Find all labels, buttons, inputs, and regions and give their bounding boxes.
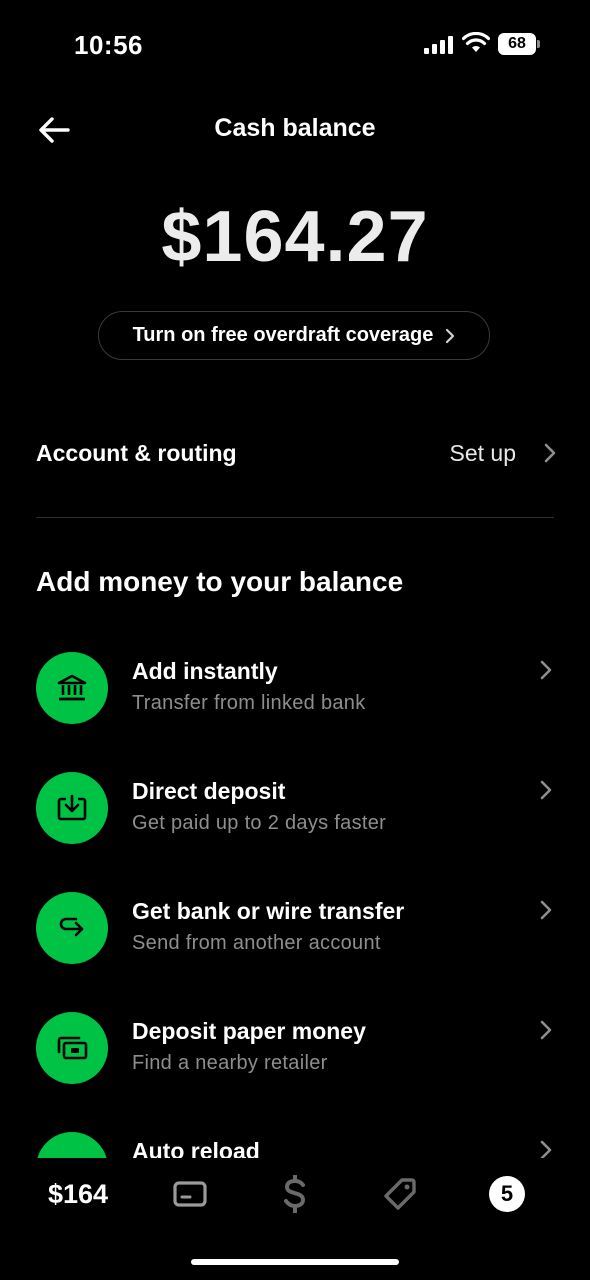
chevron-right-icon <box>446 328 455 343</box>
overdraft-coverage-button[interactable]: Turn on free overdraft coverage <box>98 311 490 360</box>
section-title: Add money to your balance <box>36 566 404 597</box>
wifi-icon <box>462 32 490 52</box>
tab-balance[interactable]: $164 <box>48 1174 108 1214</box>
list-item-subtitle: Transfer from linked bank <box>132 692 366 714</box>
battery-indicator: 68 <box>498 33 540 55</box>
list-item-subtitle: Find a nearby retailer <box>132 1052 328 1074</box>
tag-icon <box>384 1178 416 1210</box>
account-setup-link[interactable]: Set up <box>450 440 517 467</box>
activity-badge: 5 <box>489 1176 525 1212</box>
card-icon <box>173 1181 207 1207</box>
account-routing-label: Account & routing <box>36 439 237 466</box>
account-routing-row[interactable]: Account & routing Set up <box>36 425 556 481</box>
tab-card[interactable] <box>170 1174 210 1214</box>
chevron-right-icon <box>540 1020 552 1040</box>
home-indicator[interactable] <box>191 1259 399 1265</box>
list-item-title: Direct deposit <box>132 778 286 804</box>
chevron-right-icon <box>540 660 552 680</box>
tab-offers[interactable] <box>380 1174 420 1214</box>
list-item-title: Add instantly <box>132 658 278 684</box>
add-money-list: Add instantly Transfer from linked bank … <box>0 640 590 1158</box>
chevron-right-icon <box>540 1140 552 1158</box>
dollar-icon <box>284 1175 306 1213</box>
list-item-title: Get bank or wire transfer <box>132 898 405 924</box>
transfer-icon <box>36 892 108 964</box>
divider <box>36 517 554 518</box>
status-time: 10:56 <box>74 30 143 60</box>
tab-payments[interactable] <box>275 1174 315 1214</box>
list-item-title: Deposit paper money <box>132 1018 366 1044</box>
chevron-right-icon <box>540 780 552 800</box>
battery-tip <box>537 40 540 48</box>
battery-level: 68 <box>498 33 536 55</box>
reload-icon <box>36 1132 108 1158</box>
balance-amount: $164.27 <box>161 197 429 277</box>
list-item-title: Auto reload <box>132 1138 260 1158</box>
list-item-direct-deposit[interactable]: Direct deposit Get paid up to 2 days fas… <box>0 768 590 878</box>
tab-bar: $164 5 <box>0 1160 590 1230</box>
deposit-icon <box>36 772 108 844</box>
overdraft-label: Turn on free overdraft coverage <box>132 324 434 346</box>
list-item-bank-wire-transfer[interactable]: Get bank or wire transfer Send from anot… <box>0 888 590 998</box>
status-bar: 10:56 68 <box>0 0 590 90</box>
cellular-signal-icon <box>424 36 453 54</box>
tab-activity[interactable]: 5 <box>487 1174 527 1214</box>
chevron-right-icon <box>544 443 556 463</box>
header: Cash balance <box>0 100 590 160</box>
list-item-auto-reload[interactable]: Auto reload <box>0 1128 590 1158</box>
list-item-deposit-paper-money[interactable]: Deposit paper money Find a nearby retail… <box>0 1008 590 1118</box>
chevron-right-icon <box>540 900 552 920</box>
list-item-add-instantly[interactable]: Add instantly Transfer from linked bank <box>0 648 590 758</box>
page-title: Cash balance <box>214 114 376 142</box>
list-item-subtitle: Send from another account <box>132 932 381 954</box>
bank-icon <box>36 652 108 724</box>
list-item-subtitle: Get paid up to 2 days faster <box>132 812 387 834</box>
cash-icon <box>36 1012 108 1084</box>
